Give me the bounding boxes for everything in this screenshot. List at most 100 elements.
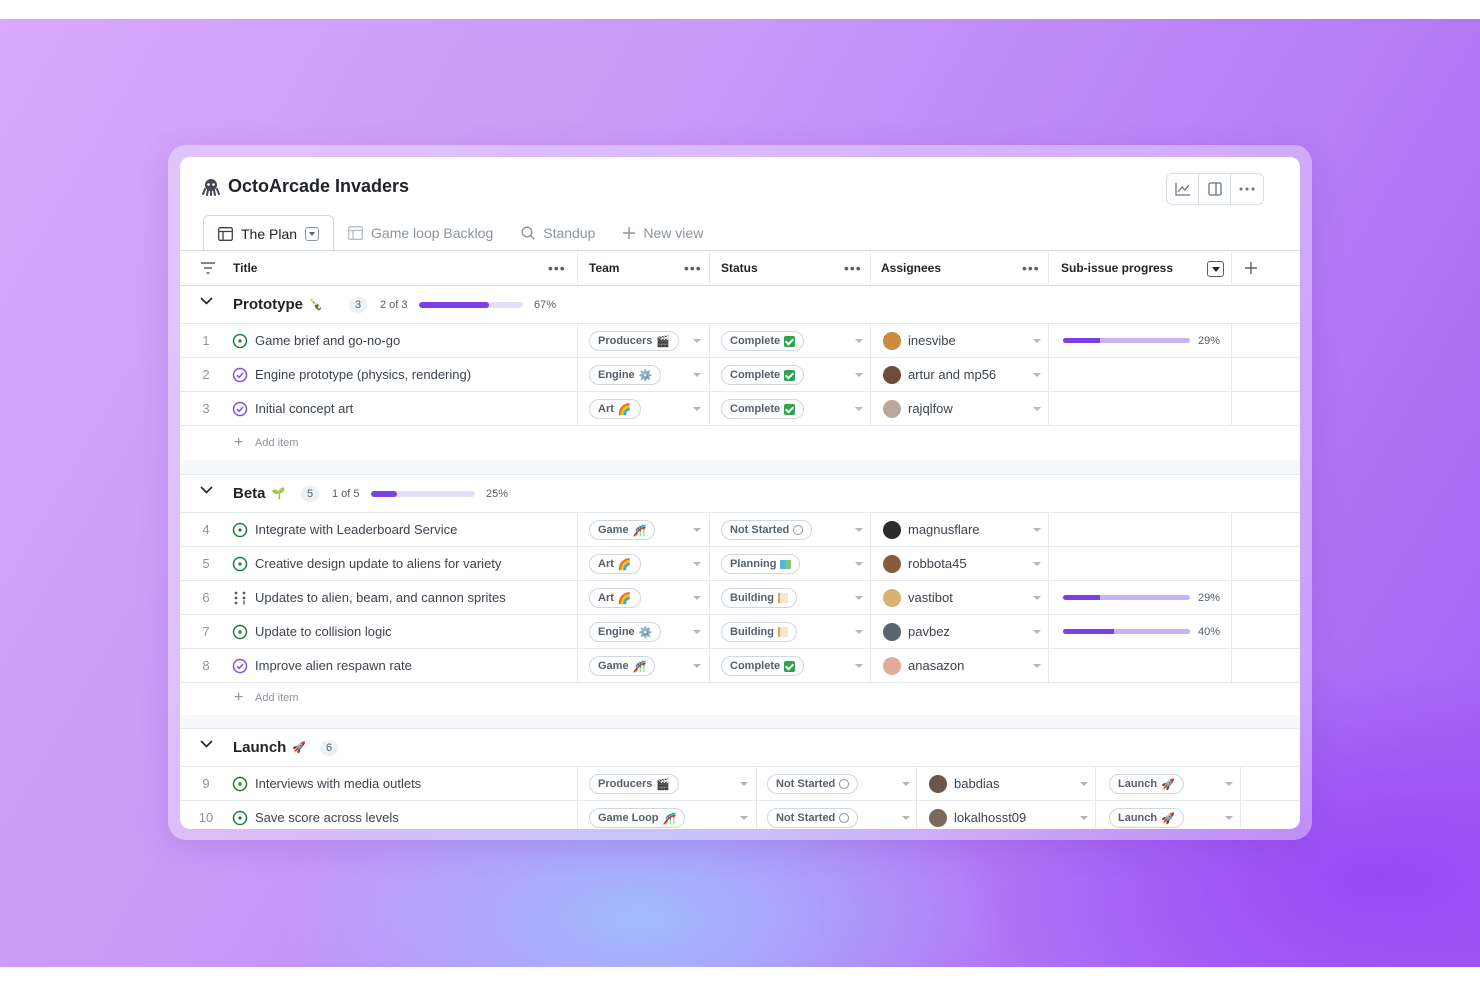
assignee-caret-icon[interactable] bbox=[1080, 782, 1088, 786]
group-header-launch[interactable]: Launch 🚀 6 bbox=[180, 729, 1300, 767]
table-row[interactable]: 1 Game brief and go-no-go Producers 🎬 Com… bbox=[180, 324, 1300, 358]
issue-title[interactable]: Interviews with media outlets bbox=[255, 767, 421, 800]
filter-icon[interactable] bbox=[201, 262, 215, 274]
team-caret-icon[interactable] bbox=[693, 373, 701, 377]
issue-closed-icon[interactable] bbox=[232, 658, 248, 674]
team-pill[interactable]: Game 🎢 bbox=[589, 520, 656, 540]
issue-title[interactable]: Updates to alien, beam, and cannon sprit… bbox=[255, 581, 506, 614]
tab-game-loop-backlog[interactable]: Game loop Backlog bbox=[334, 214, 507, 251]
issue-open-icon[interactable] bbox=[232, 776, 248, 792]
status-pill[interactable]: Building bbox=[721, 622, 797, 642]
table-row[interactable]: 10 Save score across levels Game Loop 🎢 N… bbox=[180, 801, 1300, 829]
chevron-down-icon[interactable] bbox=[200, 486, 213, 494]
table-row[interactable]: 3 Initial concept art Art 🌈 Complete rajq… bbox=[180, 392, 1300, 426]
status-caret-icon[interactable] bbox=[855, 596, 863, 600]
status-pill[interactable]: Not Started bbox=[767, 774, 859, 794]
status-pill[interactable]: Complete bbox=[721, 365, 805, 385]
assignee[interactable]: inesvibe bbox=[883, 324, 956, 357]
panel-icon[interactable] bbox=[1199, 174, 1231, 204]
milestone-pill[interactable]: Launch 🚀 bbox=[1109, 774, 1184, 794]
assignee-caret-icon[interactable] bbox=[1033, 339, 1041, 343]
group-header-beta[interactable]: Beta 🌱 5 1 of 5 25% bbox=[180, 475, 1300, 513]
chevron-down-icon[interactable] bbox=[200, 740, 213, 748]
column-sort-dropdown-icon[interactable] bbox=[1207, 261, 1224, 277]
assignee-caret-icon[interactable] bbox=[1033, 528, 1041, 532]
insights-icon[interactable] bbox=[1167, 174, 1199, 204]
add-item-row[interactable]: + Add item bbox=[180, 681, 1300, 715]
chevron-down-icon[interactable] bbox=[200, 297, 213, 305]
team-pill[interactable]: Producers 🎬 bbox=[589, 774, 680, 794]
team-caret-icon[interactable] bbox=[693, 339, 701, 343]
team-pill[interactable]: Art 🌈 bbox=[589, 588, 641, 608]
assignee[interactable]: pavbez bbox=[883, 615, 950, 648]
add-item-row[interactable]: + Add item bbox=[180, 426, 1300, 460]
issue-title[interactable]: Improve alien respawn rate bbox=[255, 649, 412, 682]
column-team-menu-icon[interactable]: ••• bbox=[684, 251, 702, 285]
column-status-menu-icon[interactable]: ••• bbox=[844, 251, 862, 285]
assignee-caret-icon[interactable] bbox=[1033, 562, 1041, 566]
issue-open-icon[interactable] bbox=[232, 333, 248, 349]
issue-draft-icon[interactable] bbox=[232, 590, 248, 606]
assignee-caret-icon[interactable] bbox=[1033, 407, 1041, 411]
team-caret-icon[interactable] bbox=[693, 407, 701, 411]
status-caret-icon[interactable] bbox=[855, 630, 863, 634]
assignee-caret-icon[interactable] bbox=[1033, 373, 1041, 377]
team-pill[interactable]: Engine ⚙️ bbox=[589, 365, 662, 385]
status-pill[interactable]: Building bbox=[721, 588, 797, 608]
assignee[interactable]: vastibot bbox=[883, 581, 953, 614]
status-pill[interactable]: Not Started bbox=[721, 520, 813, 540]
issue-title[interactable]: Engine prototype (physics, rendering) bbox=[255, 358, 471, 391]
status-caret-icon[interactable] bbox=[855, 339, 863, 343]
issue-closed-icon[interactable] bbox=[232, 367, 248, 383]
issue-title[interactable]: Update to collision logic bbox=[255, 615, 392, 648]
assignee[interactable]: artur and mp56 bbox=[883, 358, 996, 391]
team-pill[interactable]: Art 🌈 bbox=[589, 554, 641, 574]
issue-open-icon[interactable] bbox=[232, 810, 248, 826]
status-caret-icon[interactable] bbox=[855, 407, 863, 411]
status-pill[interactable]: Complete bbox=[721, 331, 805, 351]
issue-title[interactable]: Initial concept art bbox=[255, 392, 353, 425]
table-row[interactable]: 6 Updates to alien, beam, and cannon spr… bbox=[180, 581, 1300, 615]
status-caret-icon[interactable] bbox=[902, 816, 910, 820]
team-caret-icon[interactable] bbox=[740, 782, 748, 786]
issue-open-icon[interactable] bbox=[232, 624, 248, 640]
status-caret-icon[interactable] bbox=[855, 562, 863, 566]
tab-new-view[interactable]: New view bbox=[609, 214, 717, 251]
assignee-caret-icon[interactable] bbox=[1033, 664, 1041, 668]
team-pill[interactable]: Art 🌈 bbox=[589, 399, 641, 419]
issue-closed-icon[interactable] bbox=[232, 401, 248, 417]
table-row[interactable]: 8 Improve alien respawn rate Game 🎢 Compl… bbox=[180, 649, 1300, 683]
table-row[interactable]: 7 Update to collision logic Engine ⚙️ Bui… bbox=[180, 615, 1300, 649]
column-assignees-menu-icon[interactable]: ••• bbox=[1022, 251, 1040, 285]
status-caret-icon[interactable] bbox=[855, 528, 863, 532]
status-caret-icon[interactable] bbox=[902, 782, 910, 786]
assignee[interactable]: rajqlfow bbox=[883, 392, 953, 425]
milestone-caret-icon[interactable] bbox=[1225, 816, 1233, 820]
column-team[interactable]: Team bbox=[589, 251, 619, 285]
status-pill[interactable]: Complete bbox=[721, 399, 805, 419]
issue-title[interactable]: Save score across levels bbox=[255, 801, 399, 829]
issue-open-icon[interactable] bbox=[232, 522, 248, 538]
column-subissue[interactable]: Sub-issue progress bbox=[1061, 251, 1173, 285]
tab-dropdown-icon[interactable] bbox=[305, 226, 320, 241]
assignee-caret-icon[interactable] bbox=[1033, 596, 1041, 600]
team-caret-icon[interactable] bbox=[693, 528, 701, 532]
more-icon[interactable] bbox=[1231, 174, 1263, 204]
milestone-pill[interactable]: Launch 🚀 bbox=[1109, 808, 1184, 828]
team-caret-icon[interactable] bbox=[693, 596, 701, 600]
team-pill[interactable]: Engine ⚙️ bbox=[589, 622, 662, 642]
column-title-menu-icon[interactable]: ••• bbox=[548, 251, 566, 285]
status-caret-icon[interactable] bbox=[855, 664, 863, 668]
team-caret-icon[interactable] bbox=[693, 664, 701, 668]
assignee[interactable]: anasazon bbox=[883, 649, 964, 682]
assignee-caret-icon[interactable] bbox=[1080, 816, 1088, 820]
group-header-prototype[interactable]: Prototype 🍾 3 2 of 3 67% bbox=[180, 286, 1300, 324]
tab-standup[interactable]: Standup bbox=[507, 214, 609, 251]
issue-title[interactable]: Game brief and go-no-go bbox=[255, 324, 400, 357]
column-status[interactable]: Status bbox=[721, 251, 758, 285]
add-column-icon[interactable] bbox=[1245, 262, 1257, 274]
team-caret-icon[interactable] bbox=[740, 816, 748, 820]
table-row[interactable]: 2 Engine prototype (physics, rendering) … bbox=[180, 358, 1300, 392]
status-pill[interactable]: Complete bbox=[721, 656, 805, 676]
assignee[interactable]: robbota45 bbox=[883, 547, 967, 580]
